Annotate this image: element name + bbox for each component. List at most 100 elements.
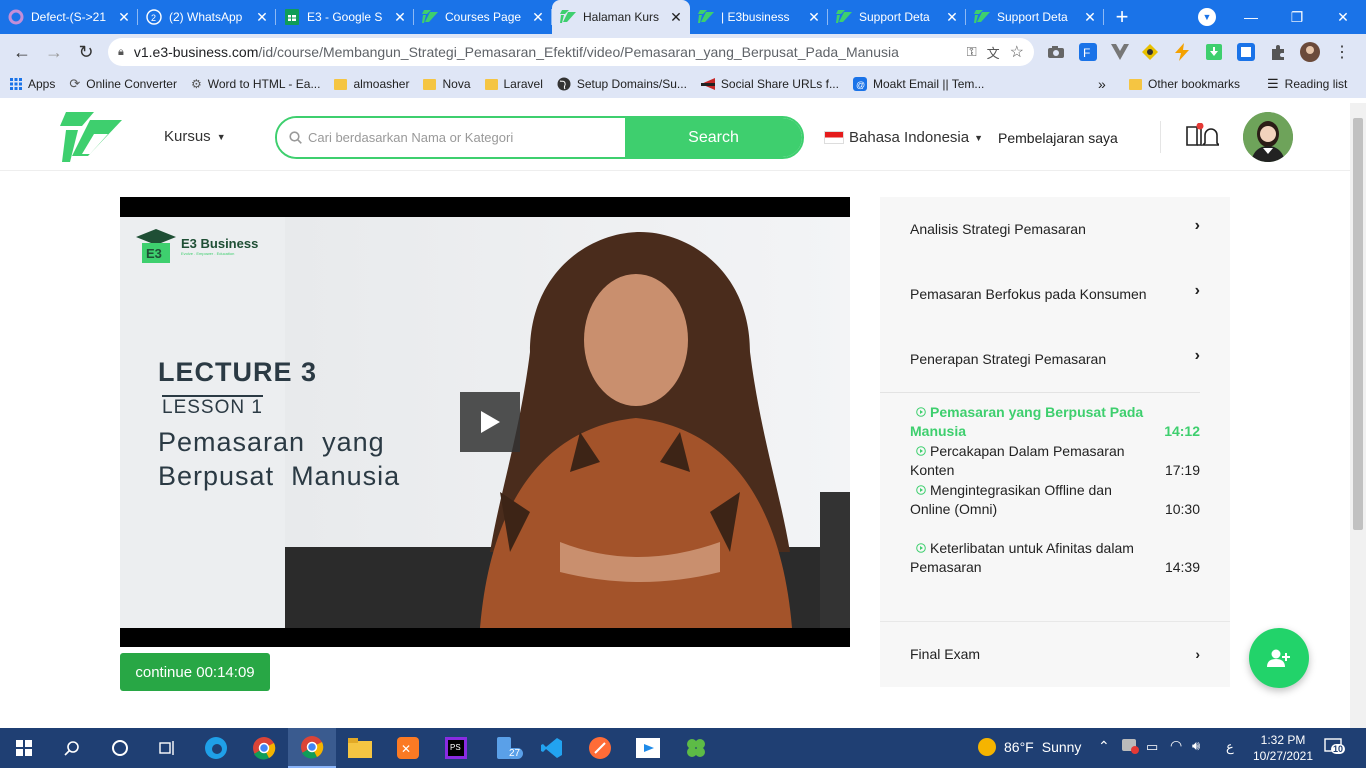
lesson-item[interactable]: Mengintegrasikan Offline dan Online (Omn… <box>910 481 1200 519</box>
lesson-item[interactable]: Keterlibatan untuk Afinitas dalam Pemasa… <box>910 539 1200 577</box>
fb-extension-icon[interactable]: F <box>1076 40 1100 64</box>
user-avatar[interactable] <box>1243 112 1293 162</box>
bookmark-item[interactable]: @ Moakt Email || Tem... <box>852 77 985 91</box>
browser-tab[interactable]: E3 - Google S ✕ <box>276 0 414 34</box>
camera-extension-icon[interactable] <box>1044 40 1068 64</box>
key-icon[interactable]: ⚿ <box>967 44 977 60</box>
bookmark-item[interactable]: Laravel <box>484 77 543 91</box>
restore-icon[interactable]: ❐ <box>1274 0 1320 34</box>
chrome-icon[interactable] <box>240 728 288 768</box>
lesson-item[interactable]: Percakapan Dalam Pemasaran Konten 17:19 <box>910 442 1200 480</box>
bookmark-label: Moakt Email || Tem... <box>872 77 985 91</box>
bolt-extension-icon[interactable] <box>1170 40 1194 64</box>
browser-tab[interactable]: Defect-(S->21 ✕ <box>0 0 138 34</box>
close-tab-icon[interactable]: ✕ <box>532 9 544 26</box>
close-tab-icon[interactable]: ✕ <box>1084 9 1096 26</box>
input-language-indicator[interactable]: ع <box>1226 739 1234 755</box>
xampp-icon[interactable]: ✕ <box>384 728 432 768</box>
edge-icon[interactable] <box>192 728 240 768</box>
translate-icon[interactable]: 文 <box>987 43 1000 62</box>
windows-start-icon[interactable] <box>0 728 48 768</box>
new-tab-button[interactable]: + <box>1104 0 1140 34</box>
cortana-icon[interactable] <box>96 728 144 768</box>
continue-button[interactable]: continue 00:14:09 <box>120 653 270 691</box>
e3-logo[interactable] <box>60 112 124 167</box>
postman-icon[interactable] <box>576 728 624 768</box>
task-view-icon[interactable] <box>144 728 192 768</box>
add-user-fab[interactable] <box>1249 628 1309 688</box>
close-tab-icon[interactable]: ✕ <box>670 9 682 26</box>
search-button[interactable]: Search <box>625 118 802 157</box>
scrollbar-thumb[interactable] <box>1353 118 1363 530</box>
remote-app-icon[interactable] <box>624 728 672 768</box>
browser-tab-active[interactable]: Halaman Kurs ✕ <box>552 0 690 34</box>
tray-network-alert-icon[interactable] <box>1122 739 1139 754</box>
reading-list[interactable]: ☰ Reading list <box>1267 76 1347 92</box>
curriculum-section[interactable]: Analisis Strategi Pemasaran › <box>910 217 1200 237</box>
url-text[interactable]: v1.e3-business.com/id/course/Membangun_S… <box>134 44 957 60</box>
clover-app-icon[interactable] <box>672 728 720 768</box>
close-tab-icon[interactable]: ✕ <box>394 9 406 26</box>
download-extension-icon[interactable] <box>1202 40 1226 64</box>
notification-bell-icon[interactable] <box>1185 122 1221 152</box>
language-selector[interactable]: Bahasa Indonesia ▼ <box>824 129 983 146</box>
bookmark-item[interactable]: ⟳ Online Converter <box>69 76 177 92</box>
notification-center-icon[interactable]: 10 <box>1324 738 1348 758</box>
other-bookmarks[interactable]: Other bookmarks <box>1129 77 1240 91</box>
file-explorer-icon[interactable] <box>336 728 384 768</box>
bookmark-item[interactable]: Apps <box>10 77 55 91</box>
forward-icon[interactable]: → <box>38 36 70 68</box>
bookmark-item[interactable]: Social Share URLs f... <box>700 77 839 91</box>
browser-tab[interactable]: Courses Page ✕ <box>414 0 552 34</box>
e3-logo-icon <box>422 9 438 25</box>
vue-extension-icon[interactable] <box>1108 40 1132 64</box>
bookmark-star-icon[interactable]: ☆ <box>1010 42 1024 62</box>
courses-dropdown[interactable]: Kursus ▼ <box>164 128 226 145</box>
minimize-icon[interactable]: — <box>1228 0 1274 34</box>
vscode-icon[interactable] <box>528 728 576 768</box>
close-tab-icon[interactable]: ✕ <box>256 9 268 26</box>
curriculum-section[interactable]: Pemasaran Berfokus pada Konsumen › <box>910 282 1200 302</box>
bookmarks-overflow-icon[interactable]: » <box>1098 76 1106 92</box>
play-button[interactable] <box>460 392 520 452</box>
my-learning-link[interactable]: Pembelajaran saya <box>998 130 1118 146</box>
bookmark-item[interactable]: almoasher <box>334 77 409 91</box>
close-window-icon[interactable]: ✕ <box>1320 0 1366 34</box>
clock[interactable]: 1:32 PM 10/27/2021 <box>1252 732 1314 764</box>
bookmark-item[interactable]: ⚙︎ Word to HTML - Ea... <box>191 77 320 91</box>
chrome-active-icon[interactable] <box>288 728 336 768</box>
tray-chevron-icon[interactable]: ⌃ <box>1098 738 1110 755</box>
lock-icon[interactable]: 🔒︎ <box>118 46 124 59</box>
wifi-icon[interactable]: ◠ <box>1170 737 1182 754</box>
browser-tab[interactable]: | E3business ✕ <box>690 0 828 34</box>
browser-tab[interactable]: 2 (2) WhatsApp ✕ <box>138 0 276 34</box>
weather-widget[interactable]: 86°F Sunny <box>978 738 1081 756</box>
browser-tab[interactable]: Support Deta ✕ <box>828 0 966 34</box>
reload-icon[interactable]: ↻ <box>70 36 102 68</box>
tab-title: Halaman Kurs <box>583 10 660 24</box>
phone-app-icon[interactable]: 27 <box>480 728 528 768</box>
bookmark-item[interactable]: Nova <box>423 77 471 91</box>
battery-icon[interactable]: ▭ <box>1146 739 1158 755</box>
lesson-item[interactable]: Pemasaran yang Berpusat Pada Manusia 14:1… <box>910 403 1200 441</box>
profile-avatar-icon[interactable] <box>1298 40 1322 64</box>
close-tab-icon[interactable]: ✕ <box>808 9 820 26</box>
chrome-menu-icon[interactable]: ⋮ <box>1330 40 1354 64</box>
extensions-puzzle-icon[interactable] <box>1266 40 1290 64</box>
search-input[interactable]: Cari berdasarkan Nama or Kategori <box>277 118 625 157</box>
curriculum-section[interactable]: Penerapan Strategi Pemasaran › <box>910 347 1200 367</box>
close-tab-icon[interactable]: ✕ <box>946 9 958 26</box>
diamond-extension-icon[interactable] <box>1138 40 1162 64</box>
final-exam-item[interactable]: Final Exam › <box>910 646 1200 662</box>
window-extension-icon[interactable] <box>1234 40 1258 64</box>
close-tab-icon[interactable]: ✕ <box>118 9 130 26</box>
bookmark-item[interactable]: Setup Domains/Su... <box>557 77 687 91</box>
taskbar-search-icon[interactable] <box>48 728 96 768</box>
browser-tab[interactable]: Support Deta ✕ <box>966 0 1104 34</box>
tab-search-icon[interactable]: ▼ <box>1198 8 1216 26</box>
video-frame[interactable]: E3 E3 Business Evolve . Empower . Educat… <box>120 217 850 628</box>
phpstorm-icon[interactable]: PS <box>432 728 480 768</box>
back-icon[interactable]: ← <box>6 36 38 68</box>
volume-icon[interactable]: 🔊︎ <box>1192 738 1200 754</box>
omnibox[interactable]: 🔒︎ v1.e3-business.com/id/course/Membangu… <box>108 38 1034 66</box>
